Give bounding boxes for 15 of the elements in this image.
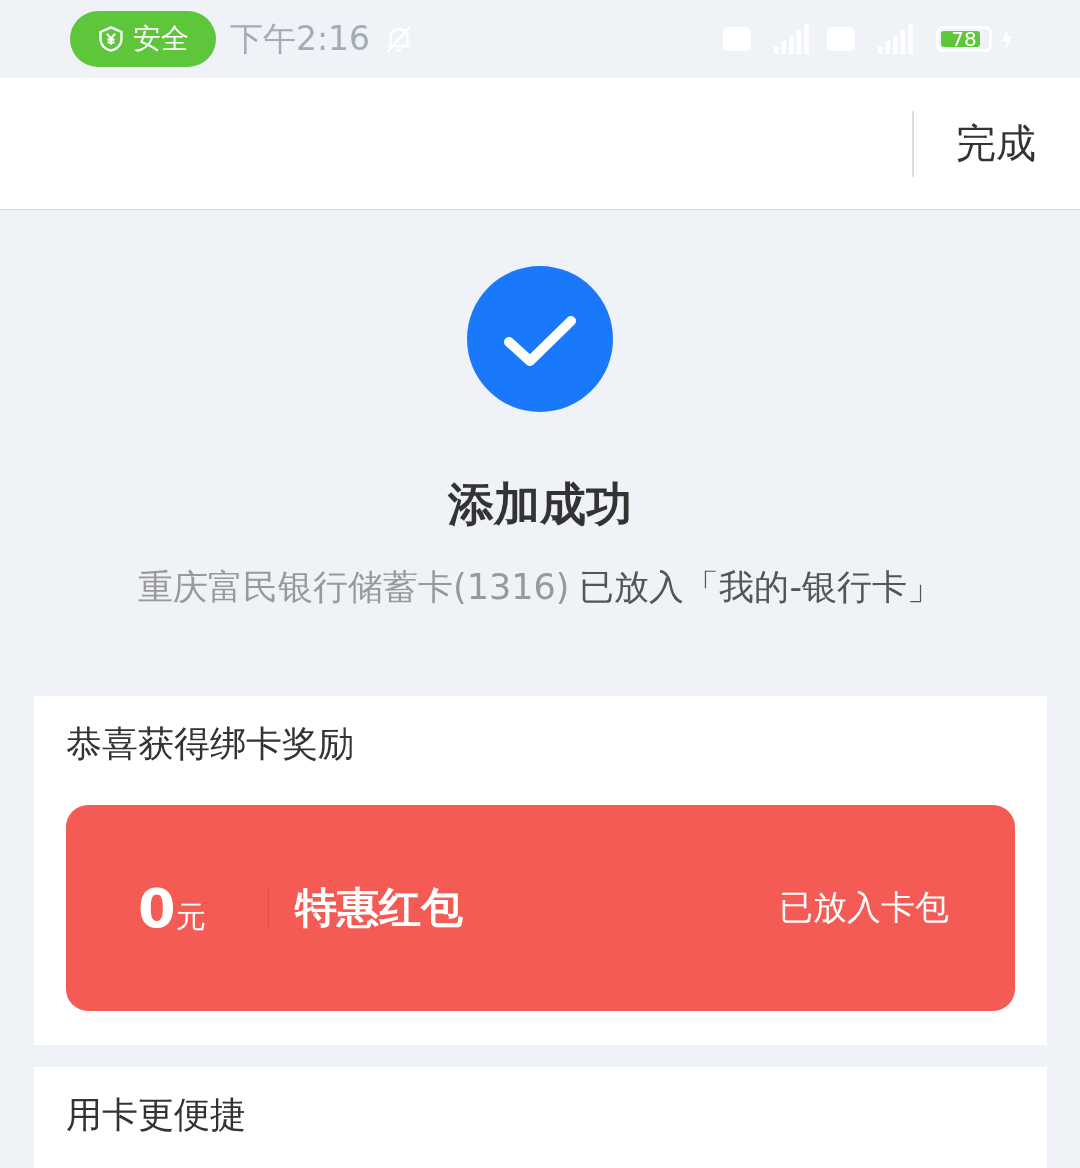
success-title: 添加成功	[448, 476, 632, 533]
battery-icon: 78	[936, 26, 992, 52]
card-name: 重庆富民银行储蓄卡(1316)	[138, 566, 570, 609]
coupon-status: 已放入卡包	[779, 886, 949, 929]
shield-icon	[97, 25, 125, 53]
security-badge: 安全	[70, 11, 216, 67]
done-button[interactable]: 完成	[956, 116, 1036, 171]
coupon-amount: 0	[138, 876, 176, 940]
success-check-icon	[467, 266, 613, 412]
currency-unit: 元	[175, 897, 206, 936]
section-heading: 用卡更便捷	[66, 1093, 247, 1137]
coupon-name: 特惠红包	[295, 882, 464, 934]
section-heading: 恭喜获得绑卡奖励	[66, 722, 355, 766]
status-time: 下午2:16	[230, 17, 371, 60]
placed-message: 已放入「我的-银行卡」	[579, 566, 942, 609]
